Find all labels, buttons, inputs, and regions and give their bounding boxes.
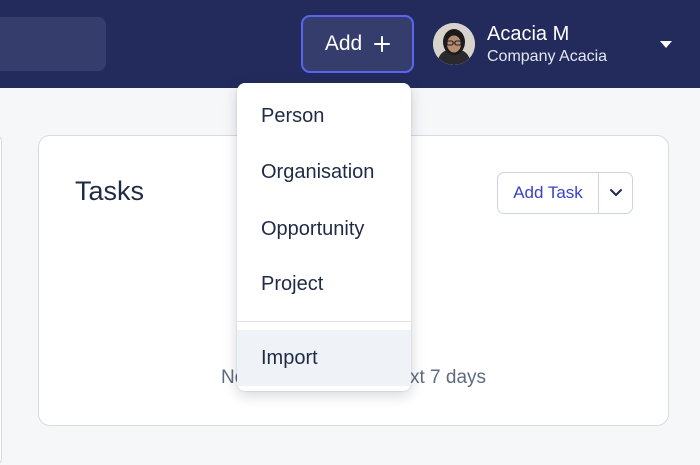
avatar-image bbox=[433, 23, 475, 65]
search-box[interactable] bbox=[0, 17, 106, 71]
plus-icon bbox=[374, 36, 391, 52]
menu-item-import[interactable]: Import bbox=[237, 330, 411, 386]
add-task-dropdown-toggle[interactable] bbox=[599, 173, 632, 213]
user-company: Company Acacia bbox=[487, 48, 608, 65]
menu-item-organisation[interactable]: Organisation bbox=[237, 144, 411, 200]
top-navigation-bar: Add Acacia M Company Acacia bbox=[0, 0, 700, 88]
chevron-down-icon bbox=[609, 189, 622, 196]
tasks-title: Tasks bbox=[75, 176, 145, 206]
menu-item-person[interactable]: Person bbox=[237, 88, 411, 144]
avatar[interactable] bbox=[433, 23, 475, 65]
add-task-split-button: Add Task bbox=[497, 172, 633, 214]
menu-item-opportunity[interactable]: Opportunity bbox=[237, 201, 411, 257]
left-panel bbox=[0, 135, 2, 465]
add-dropdown-menu: Person Organisation Opportunity Project … bbox=[237, 83, 411, 391]
user-name[interactable]: Acacia M bbox=[487, 22, 569, 46]
add-button[interactable]: Add bbox=[301, 15, 414, 73]
add-button-label: Add bbox=[324, 32, 363, 55]
caret-down-icon[interactable] bbox=[660, 41, 672, 48]
menu-divider bbox=[237, 321, 411, 322]
menu-item-project[interactable]: Project bbox=[237, 256, 411, 312]
add-task-button[interactable]: Add Task bbox=[498, 173, 599, 213]
